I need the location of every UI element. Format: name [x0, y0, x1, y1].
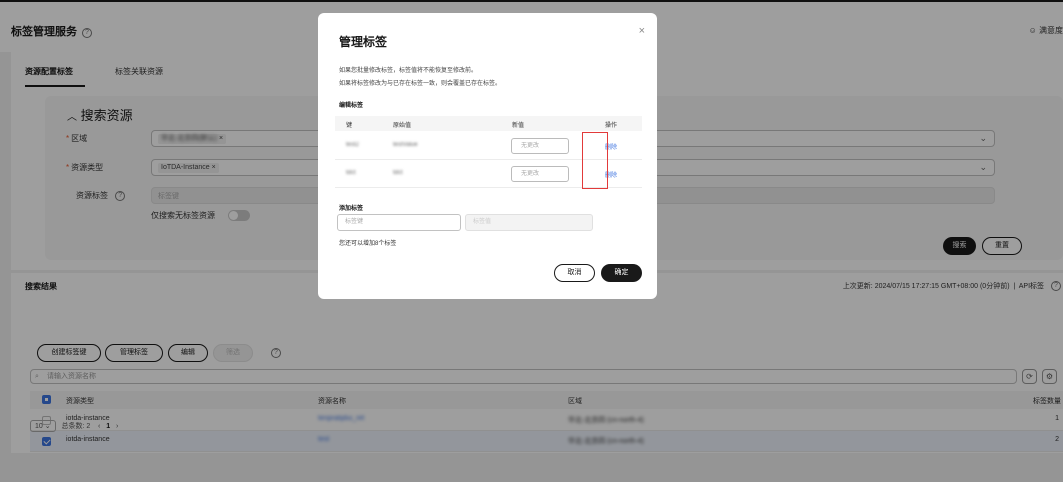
edit-tags-heading: 编辑标签	[339, 103, 364, 109]
remaining-tags-hint: 您还可以增加8个标签	[339, 241, 397, 247]
col-new: 新值	[512, 123, 525, 129]
col-original: 原始值	[393, 123, 412, 129]
col-key: 键	[346, 123, 353, 129]
close-icon[interactable]: ×	[639, 25, 645, 37]
add-tags-heading: 添加标签	[339, 206, 364, 212]
dialog-title: 管理标签	[339, 35, 388, 49]
new-value-input[interactable]: 无更改	[511, 138, 569, 154]
new-tag-value-input: 标签值	[465, 214, 593, 231]
new-tag-key-input[interactable]: 标签键	[337, 214, 461, 231]
confirm-button[interactable]: 确定	[601, 264, 642, 282]
tag-original-value: tdct	[393, 170, 403, 176]
tag-key: test2	[346, 142, 360, 148]
dialog-note-2: 如果将标签修改为与已存在标签一致，则会覆盖已存在标签。	[339, 81, 502, 87]
edit-table-header: 键 原始值 新值 操作	[335, 116, 642, 131]
new-value-input[interactable]: 无更改	[511, 166, 569, 182]
col-action: 操作	[605, 123, 618, 129]
dialog-note-1: 如果您批量修改标签，标签值将不能恢复至修改前。	[339, 68, 478, 74]
tag-key: tdct	[346, 170, 356, 176]
tag-original-value: testValue	[393, 142, 418, 148]
delete-actions-highlight	[582, 132, 608, 189]
cancel-button[interactable]: 取消	[554, 264, 595, 282]
